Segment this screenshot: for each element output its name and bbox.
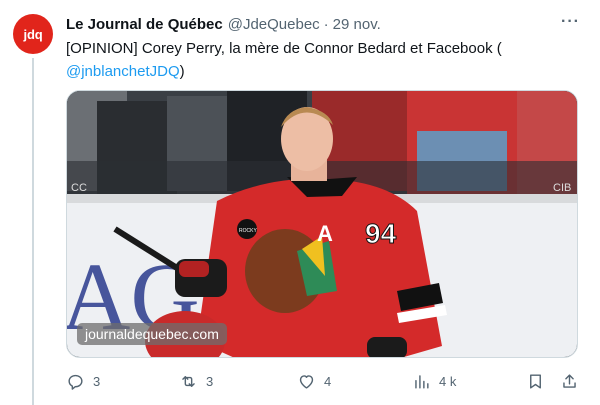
views-count: 4 k [439,373,457,389]
captain-letter: A [317,221,333,246]
share-icon [563,373,576,388]
views-chart-icon [415,374,429,389]
separator-dot: · [323,15,329,33]
heart-icon [299,374,314,389]
views-button[interactable]: 4 k [412,372,456,391]
like-count: 4 [324,373,332,389]
reply-count: 3 [93,373,101,389]
photo-watermark: journaldequebec.com [77,323,227,345]
tweet-actions: 3 3 4 4 k [66,368,586,394]
repost-icon [182,375,195,387]
bookmark-button[interactable] [526,372,545,391]
tweet-photo[interactable]: CC CIB AGEN ROCKY A 94 jo [66,90,578,358]
board-corner-left: CC [71,182,87,194]
tweet-header: Le Journal de Québec @JdeQuebec · 29 nov… [66,13,580,35]
repost-button[interactable]: 3 [179,372,213,391]
bookmark-icon [530,373,541,389]
author-name[interactable]: Le Journal de Québec [66,16,223,33]
author-handle[interactable]: @JdeQuebec [228,16,320,33]
reply-button[interactable]: 3 [66,372,100,391]
tweet-text-main: [OPINION] Corey Perry, la mère de Connor… [66,40,502,57]
reply-icon [68,374,83,390]
thread-line [32,58,34,405]
jersey-number: 94 [365,218,397,249]
repost-count: 3 [206,373,214,389]
share-button[interactable] [560,372,579,391]
tweet-text-end: ) [179,63,185,80]
avatar-logo-text: jdq [23,26,43,42]
like-button[interactable]: 4 [297,372,331,391]
avatar[interactable]: jdq [13,14,53,54]
photo-scene: CC CIB AGEN ROCKY A 94 [67,91,577,357]
tweet-date[interactable]: 29 nov. [333,16,381,33]
more-options-icon[interactable]: ··· [561,13,580,31]
board-corner-text: CIB [553,182,571,194]
tweet-text: [OPINION] Corey Perry, la mère de Connor… [66,37,586,83]
patch-text: ROCKY [239,228,257,234]
mention-link[interactable]: @jnblanchetJDQ [66,63,180,80]
